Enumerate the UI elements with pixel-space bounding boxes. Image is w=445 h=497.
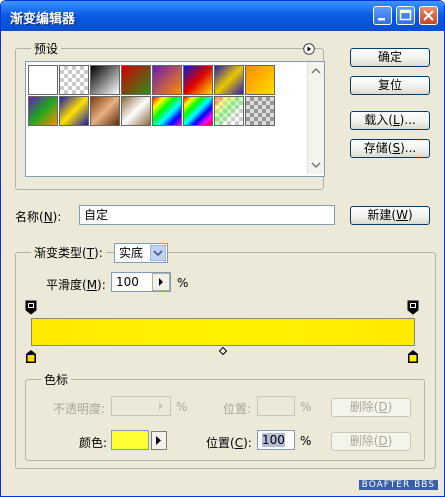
preset-swatch[interactable]: [90, 65, 120, 95]
gradient-editor-window: 渐变编辑器 预设 确定 复位 载入(L)... 存储(S)... 名称(N): …: [0, 0, 445, 497]
delete-color-stop-button: 删除(D): [331, 432, 411, 451]
midpoint-diamond-icon[interactable]: [219, 347, 227, 355]
preset-swatch[interactable]: [90, 96, 120, 126]
color-stop-left[interactable]: [25, 349, 37, 364]
minimize-button[interactable]: [373, 6, 392, 25]
ok-button[interactable]: 确定: [350, 48, 430, 67]
color-location-field[interactable]: 100: [257, 430, 295, 450]
presets-label: 预设: [31, 40, 62, 57]
color-label: 颜色:: [79, 436, 108, 450]
preset-swatch[interactable]: [28, 65, 58, 95]
delete-opacity-stop-button: 删除(D): [331, 398, 411, 417]
presets-list[interactable]: [25, 61, 325, 177]
name-label: 名称(N):: [15, 210, 62, 224]
smoothness-arrow-icon[interactable]: [152, 273, 170, 291]
preset-swatch[interactable]: [28, 96, 58, 126]
preset-swatch[interactable]: [183, 65, 213, 95]
color-menu-arrow-icon[interactable]: [151, 431, 167, 450]
opacity-field: [111, 396, 171, 416]
gradient-type-label: 渐变类型(T):: [31, 244, 106, 261]
title-bar[interactable]: 渐变编辑器: [1, 1, 444, 31]
smoothness-unit: %: [177, 276, 189, 290]
opacity-label: 不透明度:: [53, 402, 106, 416]
opacity-location-label: 位置:: [223, 402, 252, 416]
color-stop-right[interactable]: [407, 349, 419, 364]
color-stops-label: 色标: [41, 371, 72, 388]
opacity-stop-left[interactable]: [25, 300, 37, 315]
opacity-arrow-icon: [159, 402, 163, 410]
opacity-stop-right[interactable]: [407, 300, 419, 315]
reset-button[interactable]: 复位: [350, 76, 430, 95]
color-location-unit: %: [300, 434, 312, 448]
smoothness-field[interactable]: 100: [111, 272, 171, 292]
color-location-label: 位置(C):: [206, 436, 252, 450]
preset-swatch[interactable]: [245, 65, 275, 95]
close-button[interactable]: [419, 6, 438, 25]
save-button[interactable]: 存储(S)...: [350, 139, 430, 158]
preset-swatch[interactable]: [59, 65, 89, 95]
preset-swatch[interactable]: [214, 65, 244, 95]
presets-menu-icon[interactable]: [303, 43, 315, 55]
preset-swatch[interactable]: [59, 96, 89, 126]
window-title: 渐变编辑器: [10, 12, 76, 27]
gradient-type-select[interactable]: 实底: [114, 243, 168, 263]
smoothness-label: 平滑度(M):: [46, 278, 106, 292]
preset-swatch[interactable]: [183, 96, 213, 126]
opacity-location-unit: %: [300, 400, 312, 414]
preset-swatch[interactable]: [214, 96, 244, 126]
opacity-unit: %: [176, 400, 188, 414]
opacity-location-field: [257, 396, 295, 416]
scroll-down-icon: [311, 162, 321, 169]
presets-scrollbar[interactable]: [307, 62, 324, 174]
load-button[interactable]: 载入(L)...: [350, 111, 430, 130]
name-field[interactable]: 自定: [79, 205, 335, 225]
gradient-preview-bar[interactable]: [31, 318, 415, 346]
scroll-up-icon: [311, 67, 321, 74]
preset-swatch[interactable]: [121, 96, 151, 126]
preset-swatch[interactable]: [152, 96, 182, 126]
minimize-icon: [378, 18, 385, 21]
preset-swatch[interactable]: [245, 96, 275, 126]
new-button[interactable]: 新建(W): [350, 206, 430, 225]
maximize-icon: [399, 9, 412, 21]
maximize-button[interactable]: [396, 6, 415, 25]
preset-swatch[interactable]: [121, 65, 151, 95]
chevron-down-icon: [150, 245, 166, 261]
close-icon: [423, 10, 434, 21]
preset-swatch[interactable]: [152, 65, 182, 95]
color-swatch[interactable]: [111, 430, 149, 450]
watermark: BOAFTER BBS: [358, 480, 438, 490]
